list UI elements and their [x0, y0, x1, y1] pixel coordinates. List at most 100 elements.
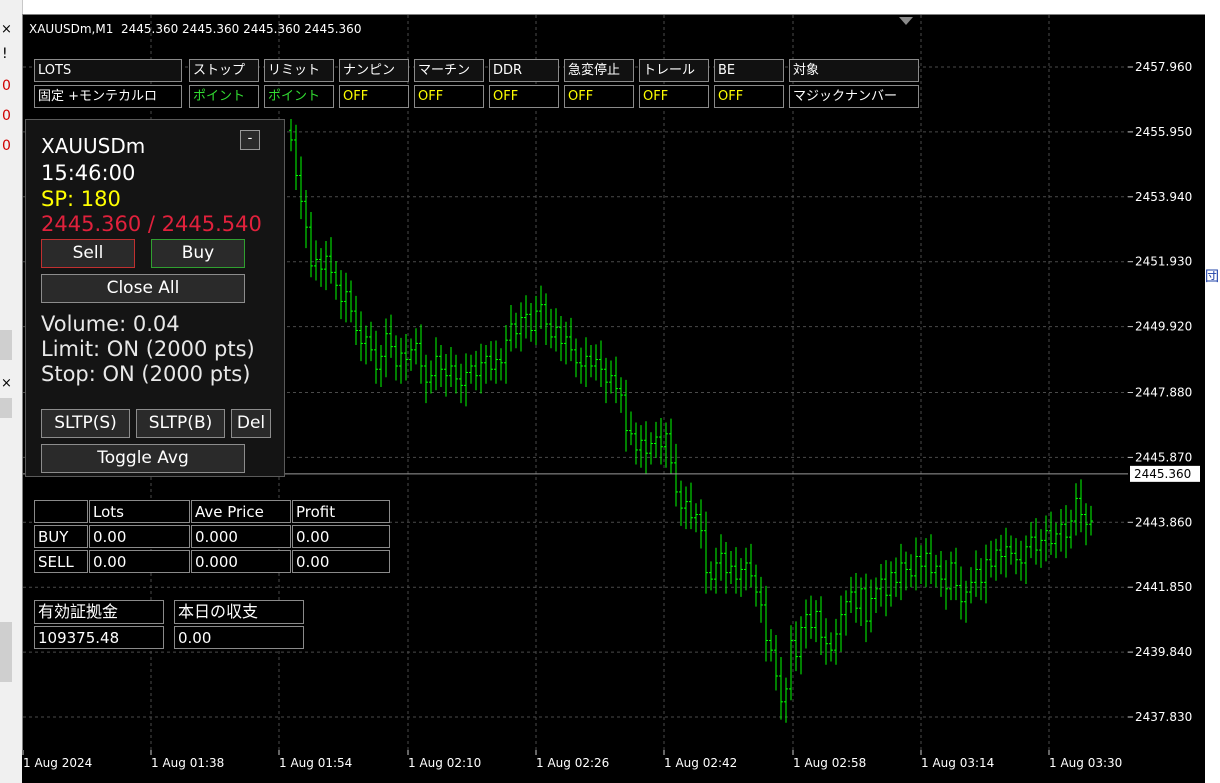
toolbar-label: BE [714, 59, 784, 82]
ohlc-bar [399, 337, 403, 384]
price-axis-svg: 2457.960 2455.950 2453.940 2451.930 2449.920… [1128, 60, 1200, 724]
ohlc-bar [984, 544, 988, 604]
close-icon-bottom[interactable]: × [1, 376, 12, 391]
ohlc-bar [914, 537, 918, 591]
toggle-avg-button[interactable]: Toggle Avg [41, 444, 245, 473]
ohlc-bar [449, 346, 453, 387]
ohlc-bar [1069, 509, 1073, 549]
sltp-sell-button[interactable]: SLTP(S) [41, 409, 130, 438]
ohlc-bar [389, 314, 393, 358]
ohlc-bar [569, 317, 573, 362]
ohlc-bar [1029, 521, 1033, 559]
ohlc-bar [789, 625, 793, 701]
ohlc-bar [579, 347, 583, 384]
daily-pl-label: 本日の収支 [174, 600, 304, 624]
ohlc-bar [534, 295, 538, 346]
ohlc-bar [499, 348, 503, 381]
table-cell: 0.00 [89, 550, 190, 573]
ohlc-bar [289, 118, 293, 152]
time-tick-label: 1 Aug 2024 [23, 756, 92, 770]
ohlc-bar [1034, 518, 1038, 565]
ohlc-bar [879, 563, 883, 607]
minimize-button[interactable]: - [240, 130, 260, 150]
ohlc-bar [844, 590, 848, 636]
table-cell: 0.00 [292, 525, 390, 548]
ohlc-bar [464, 353, 468, 407]
ohlc-bar [764, 585, 768, 662]
ohlc-bar [364, 325, 368, 365]
ohlc-bar [939, 551, 943, 597]
toolbar-label: 対象 [789, 59, 919, 82]
toolbar-value[interactable]: OFF [339, 85, 409, 108]
ohlc-bar [524, 295, 528, 339]
ohlc-bar [784, 677, 788, 723]
ohlc-bar [394, 335, 398, 381]
ohlc-bar [619, 377, 623, 413]
ohlc-bar [959, 566, 963, 620]
toolbar-value[interactable]: OFF [564, 85, 634, 108]
ohlc-bar [319, 248, 323, 287]
ohlc-bar [854, 572, 858, 623]
ohlc-bar [839, 595, 843, 652]
toolbar-value[interactable]: OFF [639, 85, 709, 108]
time-axis-svg: 1 Aug 2024 1 Aug 01:38 1 Aug 01:54 1 Aug 02… [22, 750, 1122, 770]
ohlc-bar [814, 600, 818, 643]
ohlc-bar [504, 324, 508, 384]
current-price-label: 2445.360 [1134, 467, 1191, 481]
panel-bid-ask: 2445.360 / 2445.540 [41, 212, 262, 236]
toolbar-value[interactable]: OFF [414, 85, 484, 108]
ohlc-bar [809, 595, 813, 639]
ohlc-bar [834, 618, 838, 665]
ohlc-bar [849, 576, 853, 614]
ohlc-bar [794, 621, 798, 672]
ohlc-bar [494, 340, 498, 384]
toolbar-value[interactable]: OFF [489, 85, 559, 108]
sell-button[interactable]: Sell [41, 239, 135, 268]
ohlc-bar [429, 360, 433, 394]
toolbar-value[interactable]: OFF [714, 85, 784, 108]
price-tick-label: 2457.960 [1135, 60, 1192, 74]
chart-area[interactable]: XAUUSDm,M1 2445.360 2445.360 2445.360 24… [22, 14, 1129, 751]
ohlc-bar [409, 338, 413, 371]
toolbar-label: ナンピン [339, 59, 409, 82]
ohlc-bar [664, 422, 668, 468]
ohlc-bar [589, 345, 593, 378]
ohlc-bar [344, 272, 348, 323]
ohlc-bar [1084, 503, 1088, 546]
ohlc-bar [479, 343, 483, 394]
buy-button[interactable]: Buy [151, 239, 245, 268]
ohlc-bar [919, 545, 923, 584]
toolbar-value[interactable]: 固定 +モンテカルロ [34, 85, 182, 108]
close-icon-top[interactable]: × [1, 22, 12, 37]
time-tick-label: 1 Aug 03:14 [921, 756, 994, 770]
ohlc-bar [979, 558, 983, 601]
ohlc-bar [544, 293, 548, 346]
ohlc-bar [384, 318, 388, 378]
ohlc-bar [704, 511, 708, 594]
side-fragment: 0 [2, 108, 11, 124]
sltp-buy-button[interactable]: SLTP(B) [136, 409, 225, 438]
close-all-button[interactable]: Close All [41, 274, 245, 303]
chart-shift-icon[interactable] [899, 17, 913, 25]
ohlc-bar [624, 379, 628, 452]
ohlc-bar [454, 354, 458, 394]
ohlc-bar [374, 330, 378, 384]
ohlc-bar [819, 596, 823, 656]
toolbar-value[interactable]: ポイント [189, 85, 259, 108]
ohlc-bar [1019, 540, 1023, 581]
ohlc-bar [924, 538, 928, 588]
side-scroll-block [0, 330, 12, 360]
ohlc-bar [329, 237, 333, 284]
time-tick-label: 1 Aug 02:10 [408, 756, 481, 770]
ohlc-bar [379, 345, 383, 387]
ohlc-bar [934, 554, 938, 588]
margin-label: 有効証拠金 [34, 600, 164, 624]
ohlc-bar [994, 538, 998, 581]
delete-button[interactable]: Del [231, 409, 271, 438]
ohlc-bar [609, 360, 613, 394]
toolbar-label: 急変停止 [564, 59, 634, 82]
panel-stop: Stop: ON (2000 pts) [41, 362, 251, 386]
toolbar-value[interactable]: マジックナンバー [789, 85, 919, 108]
toolbar-value[interactable]: ポイント [264, 85, 334, 108]
ohlc-bar [889, 561, 893, 607]
